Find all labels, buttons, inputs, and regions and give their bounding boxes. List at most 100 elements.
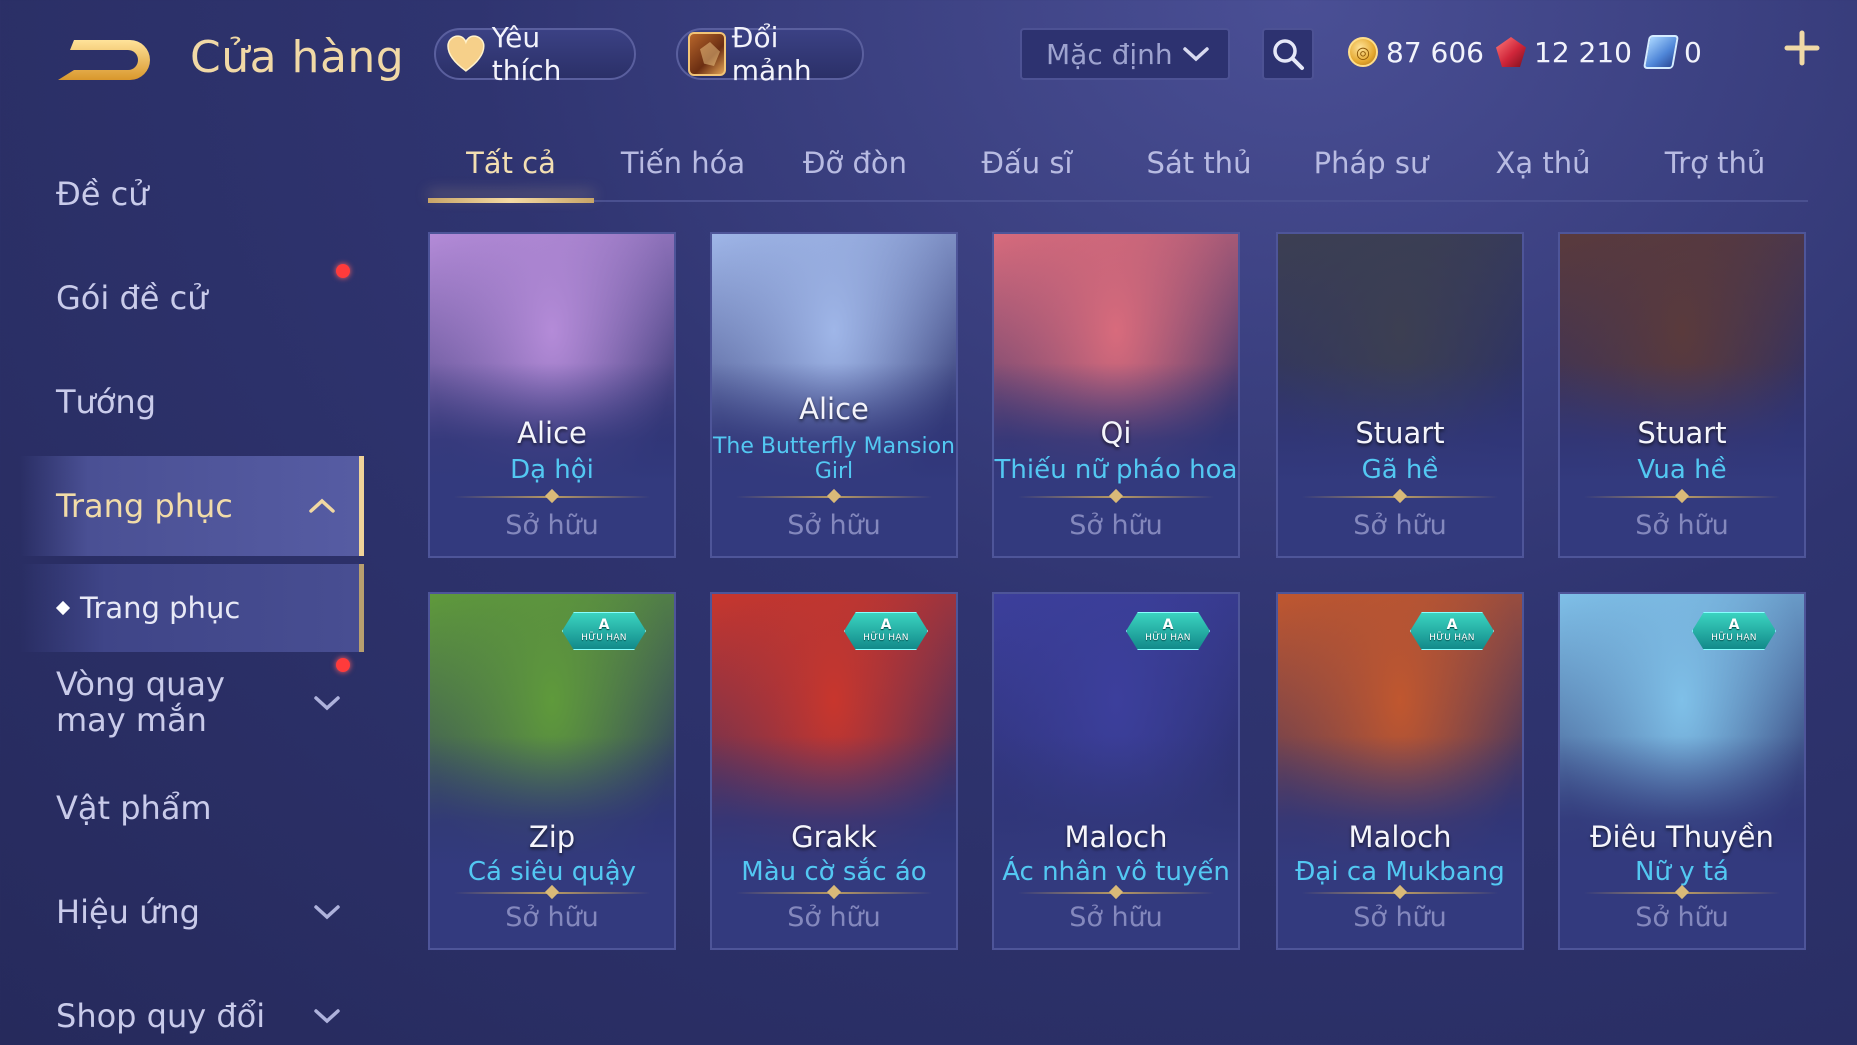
heart-icon [447, 35, 485, 72]
hero-name: Alice [517, 416, 587, 450]
top-bar: Cửa hàng Yêu thích Đổi mảnh Mặc định ◎ 8… [0, 0, 1857, 110]
sidebar-item-heroes[interactable]: Tướng [20, 352, 364, 452]
sidebar-item-label: Shop quy đổi [56, 997, 266, 1035]
chevron-down-icon [1183, 47, 1209, 62]
sidebar-item-items[interactable]: Vật phẩm [20, 758, 364, 858]
limited-badge: A HỮU HẠN [1692, 612, 1776, 650]
card-divider [1302, 892, 1498, 894]
gold-coin-icon: ◎ [1348, 37, 1378, 67]
skin-name: Dạ hội [510, 455, 594, 485]
tab-all[interactable]: Tất cả [428, 140, 594, 203]
sidebar-item-label: Tướng [56, 383, 156, 421]
tab-label: Pháp sư [1313, 146, 1429, 180]
sidebar-item-exchange-shop[interactable]: Shop quy đổi [20, 966, 364, 1045]
skin-name: Đại ca Mukbang [1295, 857, 1505, 887]
limited-badge: A HỮU HẠN [1410, 612, 1494, 650]
hero-name: Qi [1100, 416, 1132, 450]
badge-grade: A [598, 617, 610, 633]
back-button[interactable] [52, 30, 156, 90]
sidebar-item-lucky-spin[interactable]: Vòng quay may mắn [20, 652, 364, 752]
badge-label: HỮU HẠN [1429, 633, 1475, 643]
category-sidebar: Đề cử Gói đề cử Tướng Trang phục Trang p… [0, 140, 364, 1045]
sidebar-item-label: Vòng quay may mắn [56, 665, 225, 739]
card-divider [1584, 892, 1780, 894]
tab-mage[interactable]: Pháp sư [1288, 140, 1454, 200]
hero-name: Maloch [1064, 820, 1168, 854]
tab-support[interactable]: Trợ thủ [1632, 140, 1798, 200]
tab-label: Đỡ đòn [803, 146, 907, 180]
badge-grade: A [1728, 617, 1740, 633]
sidebar-item-skins[interactable]: Trang phục [20, 456, 364, 556]
skin-name: Màu cờ sắc áo [741, 857, 927, 887]
ruby-icon [1496, 37, 1526, 67]
card-divider [454, 496, 650, 498]
card-divider [1302, 496, 1498, 498]
skin-card[interactable]: Alice Dạ hội Sở hữu [428, 232, 676, 558]
tab-label: Sát thủ [1146, 146, 1252, 180]
page-title: Cửa hàng [190, 32, 405, 83]
ownership-status: Sở hữu [505, 510, 599, 541]
ownership-status: Sở hữu [1353, 510, 1447, 541]
skin-card[interactable]: Stuart Gã hề Sở hữu [1276, 232, 1524, 558]
skin-name: Nữ y tá [1635, 857, 1729, 887]
skin-name: The Butterfly Mansion Girl [712, 434, 956, 484]
fragment-icon [688, 32, 726, 76]
sidebar-subitem-label: Trang phục [80, 591, 241, 625]
hero-name: Zip [528, 820, 576, 854]
skin-card[interactable]: Qi Thiếu nữ pháo hoa Sở hữu [992, 232, 1240, 558]
exchange-fragments-button[interactable]: Đổi mảnh [676, 21, 864, 87]
ownership-status: Sở hữu [1069, 902, 1163, 933]
skin-card[interactable]: A HỮU HẠN Maloch Ác nhân vô tuyến Sở hữu [992, 592, 1240, 950]
favorite-button[interactable]: Yêu thích [434, 21, 636, 87]
card-divider [736, 496, 932, 498]
ownership-status: Sở hữu [1069, 510, 1163, 541]
badge-label: HỮU HẠN [1145, 633, 1191, 643]
bullet-icon [55, 600, 71, 616]
sidebar-item-recommended-packs[interactable]: Gói đề cử [20, 248, 364, 348]
tab-evolution[interactable]: Tiến hóa [600, 140, 766, 200]
skin-name: Vua hề [1637, 455, 1727, 485]
skin-card[interactable]: A HỮU HẠN Grakk Màu cờ sắc áo Sở hữu [710, 592, 958, 950]
skin-card[interactable]: A HỮU HẠN Điêu Thuyền Nữ y tá Sở hữu [1558, 592, 1806, 950]
tab-fighter[interactable]: Đấu sĩ [944, 140, 1110, 200]
hero-name: Stuart [1355, 416, 1445, 450]
tab-label: Xạ thủ [1495, 146, 1591, 180]
gold-currency: ◎ 87 606 [1348, 30, 1484, 74]
chevron-down-icon [314, 696, 340, 711]
tab-marksman[interactable]: Xạ thủ [1460, 140, 1626, 200]
search-icon [1273, 39, 1304, 70]
skin-card[interactable]: Stuart Vua hề Sở hữu [1558, 232, 1806, 558]
tab-assassin[interactable]: Sát thủ [1116, 140, 1282, 200]
ownership-status: Sở hữu [505, 902, 599, 933]
voucher-icon [1643, 35, 1679, 69]
gold-amount: 87 606 [1386, 35, 1484, 69]
tab-tank[interactable]: Đỡ đòn [772, 140, 938, 200]
tab-label: Tất cả [466, 146, 556, 180]
chevron-down-icon [314, 905, 340, 920]
skin-card[interactable]: Alice The Butterfly Mansion Girl Sở hữu [710, 232, 958, 558]
sidebar-item-label: Đề cử [56, 175, 149, 213]
sidebar-item-label: Gói đề cử [56, 279, 208, 317]
sort-dropdown[interactable]: Mặc định [1020, 28, 1230, 80]
tab-label: Tiến hóa [620, 146, 746, 180]
sidebar-subitem-skins[interactable]: Trang phục [20, 564, 364, 652]
skin-card[interactable]: A HỮU HẠN Maloch Đại ca Mukbang Sở hữu [1276, 592, 1524, 950]
sidebar-item-recommended[interactable]: Đề cử [20, 144, 364, 244]
plus-icon [1784, 30, 1820, 66]
top-up-button[interactable] [1782, 28, 1822, 68]
hero-name: Maloch [1348, 820, 1452, 854]
card-divider [1584, 496, 1780, 498]
skin-card[interactable]: A HỮU HẠN Zip Cá siêu quậy Sở hữu [428, 592, 676, 950]
sidebar-item-label: Vật phẩm [56, 789, 212, 827]
hero-name: Alice [799, 392, 869, 426]
badge-grade: A [1162, 617, 1174, 633]
sidebar-item-label: Trang phục [56, 487, 233, 525]
ownership-status: Sở hữu [1635, 902, 1729, 933]
card-divider [454, 892, 650, 894]
sidebar-item-effects[interactable]: Hiệu ứng [20, 862, 364, 962]
ownership-status: Sở hữu [787, 902, 881, 933]
limited-badge: A HỮU HẠN [1126, 612, 1210, 650]
sidebar-item-label: Hiệu ứng [56, 893, 200, 931]
ownership-status: Sở hữu [1353, 902, 1447, 933]
search-button[interactable] [1262, 28, 1314, 80]
